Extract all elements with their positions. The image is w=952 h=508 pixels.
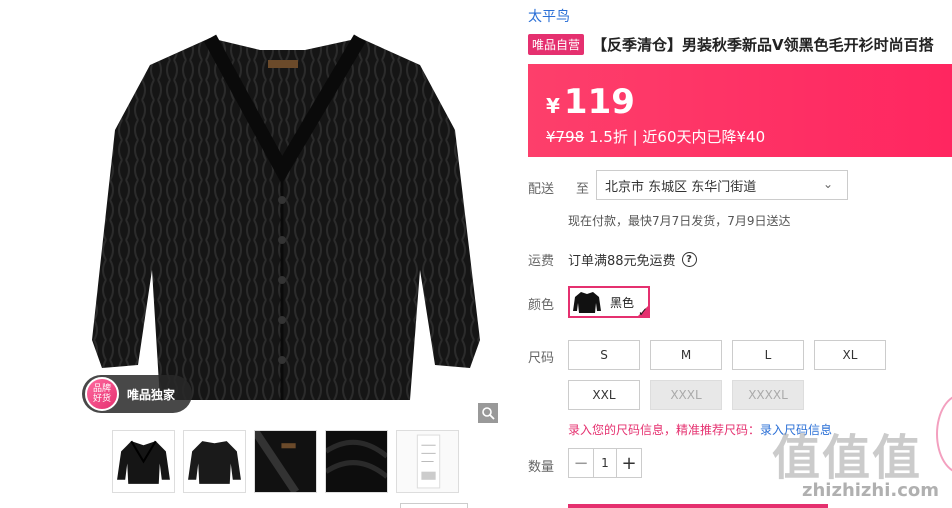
thumbnail-4[interactable]: [325, 430, 388, 493]
help-icon[interactable]: ?: [681, 252, 697, 267]
thumbnail-5[interactable]: [396, 430, 459, 493]
delivery-label: 配送: [528, 182, 555, 197]
exclusive-label: 唯品独家: [127, 387, 176, 402]
thumbnail-next[interactable]: [400, 503, 468, 508]
deliver-to-label: 至: [576, 182, 590, 197]
current-price: ¥ 119: [546, 82, 635, 122]
price-banner: ¥ 119 ¥798 1.5折 | 近60天内已降¥40: [528, 64, 952, 157]
size-option-xxxl: XXXL: [650, 380, 722, 410]
size-option-m[interactable]: M: [650, 340, 722, 370]
main-product-image[interactable]: [60, 20, 500, 420]
size-option-xl[interactable]: XL: [814, 340, 886, 370]
address-select[interactable]: 北京市 东城区 东华门街道 ⌄: [596, 170, 848, 200]
buy-button[interactable]: [568, 504, 828, 508]
size-label: 尺码: [528, 351, 555, 366]
vip-self-operated-tag: 唯品自营: [528, 34, 585, 55]
shipping-label: 运费: [528, 254, 555, 269]
watermark-url: zhizhizhi.com: [802, 480, 940, 501]
quantity-plus-button[interactable]: +: [617, 449, 641, 477]
thumbnail-strip: [112, 430, 459, 493]
delivery-eta: 现在付款，最快7月7日发货，7月9日送达: [568, 214, 791, 228]
discount: 1.5折: [588, 128, 628, 146]
thumbnail-3[interactable]: [254, 430, 317, 493]
size-recommend-text: 录入您的尺码信息，精准推荐尺码：: [568, 423, 761, 437]
quantity-minus-button[interactable]: −: [569, 449, 593, 477]
size-option-xxxxl: XXXXL: [732, 380, 804, 410]
color-option-label: 黑色: [610, 295, 635, 310]
price-drop-note: | 近60天内已降¥40: [632, 128, 766, 146]
color-swatch-image: [573, 292, 601, 313]
size-option-l[interactable]: L: [732, 340, 804, 370]
chevron-down-icon: ⌄: [822, 177, 833, 191]
thumbnail-2[interactable]: [183, 430, 246, 493]
original-price: ¥798: [546, 128, 585, 146]
size-option-s[interactable]: S: [568, 340, 640, 370]
watermark: 值值值: [772, 430, 923, 486]
product-title: 【反季清仓】男装秋季新品V领黑色毛开衫时尚百搭: [592, 36, 934, 54]
address-value: 北京市 东城区 东华门街道: [605, 179, 757, 195]
price-value: 119: [563, 82, 635, 122]
price-sub: ¥798 1.5折 | 近60天内已降¥40: [546, 126, 765, 147]
quantity-value[interactable]: 1: [593, 449, 617, 477]
color-label: 颜色: [528, 298, 555, 313]
quantity-stepper: − 1 +: [568, 448, 642, 478]
size-option-xxl[interactable]: XXL: [568, 380, 640, 410]
side-float-button[interactable]: [936, 394, 952, 474]
thumbnail-1[interactable]: [112, 430, 175, 493]
currency-symbol: ¥: [546, 94, 560, 118]
shipping-info: 订单满88元免运费 ?: [568, 250, 697, 269]
color-option-black[interactable]: 黑色 ✓: [568, 286, 650, 318]
brand-link[interactable]: 太平鸟: [528, 6, 570, 26]
brand-goods-icon: 品牌 好货: [85, 377, 119, 411]
exclusive-badge: 品牌 好货 唯品独家: [82, 375, 192, 413]
quantity-label: 数量: [528, 460, 555, 475]
title-row: 唯品自营 【反季清仓】男装秋季新品V领黑色毛开衫时尚百搭: [528, 34, 934, 55]
zoom-icon[interactable]: [478, 403, 498, 423]
shipping-text: 订单满88元免运费: [568, 254, 676, 269]
